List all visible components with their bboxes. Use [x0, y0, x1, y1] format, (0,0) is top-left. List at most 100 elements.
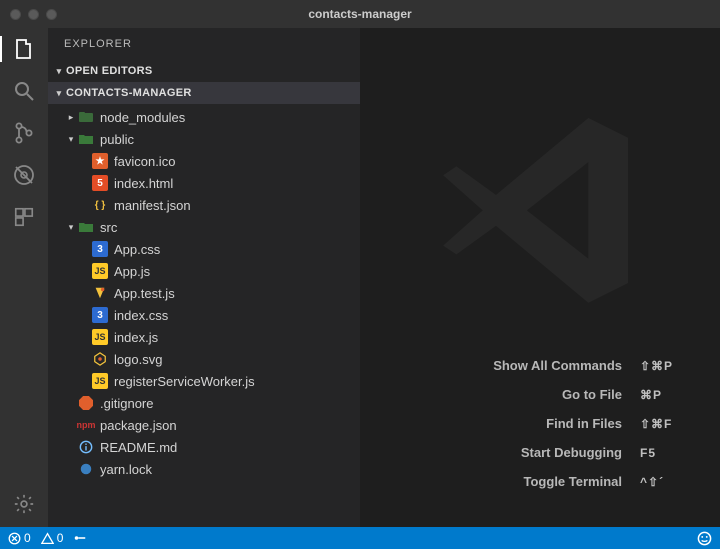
status-feedback[interactable]	[697, 531, 712, 546]
file-label: yarn.lock	[100, 462, 152, 477]
js-icon: JS	[92, 263, 108, 279]
status-bar: 0 0	[0, 527, 720, 549]
tree-folder-public[interactable]: ▾ public	[48, 128, 360, 150]
window-controls	[10, 9, 57, 20]
file-label: index.js	[114, 330, 158, 345]
info-icon	[78, 439, 94, 455]
folder-icon	[78, 109, 94, 125]
file-label: App.js	[114, 264, 150, 279]
zoom-window-button[interactable]	[46, 9, 57, 20]
warning-icon	[41, 532, 54, 545]
window-title: contacts-manager	[308, 7, 411, 21]
open-editors-label: OPEN EDITORS	[66, 65, 153, 77]
file-label: node_modules	[100, 110, 185, 125]
editor-area: Show All Commands ⇧⌘P Go to File ⌘P Find…	[360, 28, 720, 527]
smiley-icon	[697, 531, 712, 546]
file-label: README.md	[100, 440, 177, 455]
debug-activity-icon[interactable]	[11, 162, 37, 188]
status-warnings[interactable]: 0	[41, 531, 64, 545]
welcome-label: Find in Files	[546, 416, 622, 431]
shortcut-label: F5	[640, 446, 692, 460]
shortcut-label: ^⇧´	[640, 475, 692, 489]
file-label: .gitignore	[100, 396, 153, 411]
tree-file-indexjs[interactable]: JS index.js	[48, 326, 360, 348]
sync-icon	[73, 531, 87, 545]
source-control-activity-icon[interactable]	[11, 120, 37, 146]
welcome-go-to-file[interactable]: Go to File ⌘P	[493, 387, 692, 402]
close-window-button[interactable]	[10, 9, 21, 20]
tree-folder-node_modules[interactable]: ▸ node_modules	[48, 106, 360, 128]
git-icon	[78, 395, 94, 411]
file-label: index.css	[114, 308, 168, 323]
tree-file-appcss[interactable]: 3 App.css	[48, 238, 360, 260]
tree-file-manifest[interactable]: { } manifest.json	[48, 194, 360, 216]
tree-file-packagejson[interactable]: npm package.json	[48, 414, 360, 436]
sidebar-title: EXPLORER	[48, 28, 360, 60]
chevron-down-icon: ▾	[64, 134, 78, 145]
file-label: src	[100, 220, 117, 235]
yarn-icon	[78, 461, 94, 477]
tree-file-logosvg[interactable]: logo.svg	[48, 348, 360, 370]
file-label: manifest.json	[114, 198, 191, 213]
chevron-down-icon: ▾	[64, 222, 78, 233]
settings-activity-icon[interactable]	[11, 491, 37, 517]
open-editors-section[interactable]: ▾ OPEN EDITORS	[48, 60, 360, 82]
tree-file-gitignore[interactable]: .gitignore	[48, 392, 360, 414]
folder-open-icon	[78, 131, 94, 147]
shortcut-label: ⇧⌘F	[640, 417, 692, 431]
chevron-right-icon: ▸	[64, 112, 78, 123]
welcome-toggle-terminal[interactable]: Toggle Terminal ^⇧´	[493, 474, 692, 489]
file-label: package.json	[100, 418, 177, 433]
file-label: registerServiceWorker.js	[114, 374, 255, 389]
welcome-label: Go to File	[562, 387, 622, 402]
error-icon	[8, 532, 21, 545]
json-icon: { }	[92, 197, 108, 213]
welcome-start-debugging[interactable]: Start Debugging F5	[493, 445, 692, 460]
tree-file-indexhtml[interactable]: 5 index.html	[48, 172, 360, 194]
test-icon	[92, 285, 108, 301]
file-label: favicon.ico	[114, 154, 175, 169]
activity-bar	[0, 28, 48, 527]
tree-file-rsw[interactable]: JS registerServiceWorker.js	[48, 370, 360, 392]
file-label: index.html	[114, 176, 173, 191]
tree-folder-src[interactable]: ▾ src	[48, 216, 360, 238]
js-icon: JS	[92, 373, 108, 389]
file-label: App.test.js	[114, 286, 175, 301]
vscode-watermark-icon	[430, 96, 650, 316]
welcome-commands: Show All Commands ⇧⌘P Go to File ⌘P Find…	[493, 358, 692, 489]
css-icon: 3	[92, 307, 108, 323]
status-sync[interactable]	[73, 531, 87, 545]
project-section[interactable]: ▾ CONTACTS-MANAGER	[48, 82, 360, 104]
html-icon: 5	[92, 175, 108, 191]
chevron-down-icon: ▾	[52, 88, 66, 99]
favicon-icon: ★	[92, 153, 108, 169]
tree-file-yarnlock[interactable]: yarn.lock	[48, 458, 360, 480]
minimize-window-button[interactable]	[28, 9, 39, 20]
titlebar: contacts-manager	[0, 0, 720, 28]
tree-file-apptest[interactable]: App.test.js	[48, 282, 360, 304]
extensions-activity-icon[interactable]	[11, 204, 37, 230]
tree-file-readme[interactable]: README.md	[48, 436, 360, 458]
explorer-activity-icon[interactable]	[11, 36, 37, 62]
search-activity-icon[interactable]	[11, 78, 37, 104]
welcome-label: Toggle Terminal	[524, 474, 622, 489]
welcome-label: Show All Commands	[493, 358, 622, 373]
chevron-down-icon: ▾	[52, 66, 66, 77]
tree-file-indexcss[interactable]: 3 index.css	[48, 304, 360, 326]
file-tree: ▸ node_modules ▾ public ★ favicon.ico 5 …	[48, 104, 360, 482]
explorer-sidebar: EXPLORER ▾ OPEN EDITORS ▾ CONTACTS-MANAG…	[48, 28, 360, 527]
welcome-find-in-files[interactable]: Find in Files ⇧⌘F	[493, 416, 692, 431]
project-label: CONTACTS-MANAGER	[66, 87, 192, 99]
shortcut-label: ⌘P	[640, 388, 692, 402]
shortcut-label: ⇧⌘P	[640, 359, 692, 373]
folder-open-icon	[78, 219, 94, 235]
welcome-label: Start Debugging	[521, 445, 622, 460]
tree-file-appjs[interactable]: JS App.js	[48, 260, 360, 282]
welcome-show-all-commands[interactable]: Show All Commands ⇧⌘P	[493, 358, 692, 373]
file-label: logo.svg	[114, 352, 162, 367]
tree-file-favicon[interactable]: ★ favicon.ico	[48, 150, 360, 172]
svg-icon	[92, 351, 108, 367]
errors-count: 0	[24, 531, 31, 545]
status-errors[interactable]: 0	[8, 531, 31, 545]
warnings-count: 0	[57, 531, 64, 545]
